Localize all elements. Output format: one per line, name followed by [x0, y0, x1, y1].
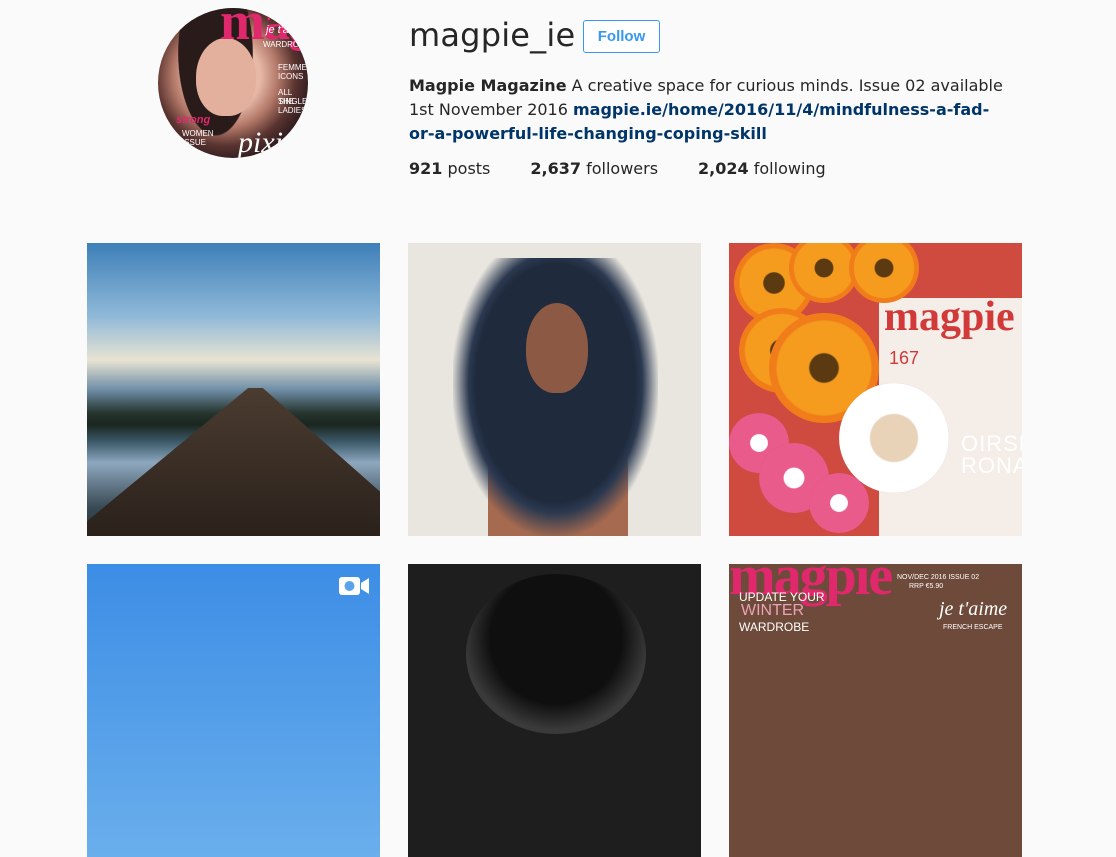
profile-avatar[interactable]: mag je t'aime WARDROBE FEMME ICONS ALL T… — [158, 8, 308, 158]
magazine-cover-script: je t'aime — [939, 598, 1008, 620]
avatar-cover-line: SINGLE — [278, 97, 308, 106]
magazine-cover-line: WARDROBE — [739, 620, 810, 634]
stat-posts: 921 posts — [409, 159, 490, 178]
profile-bio: Magpie Magazine A creative space for cur… — [409, 74, 1009, 146]
stat-following-label: following — [753, 159, 826, 178]
profile-username: magpie_ie — [409, 16, 576, 54]
stat-posts-count: 921 — [409, 159, 443, 178]
portrait-face — [526, 303, 588, 393]
avatar-cover-highlight: ISSUE — [182, 138, 207, 147]
avatar-cover-highlight: strong — [176, 114, 211, 126]
magazine-issue: NOV/DEC 2016 ISSUE 02 — [897, 574, 980, 581]
profile-stats: 921 posts 2,637 followers 2,024 followin… — [409, 159, 866, 178]
post-tile[interactable] — [87, 243, 380, 536]
stat-following-count: 2,024 — [698, 159, 749, 178]
post-tile[interactable] — [87, 564, 380, 857]
stat-followers[interactable]: 2,637 followers — [530, 159, 658, 178]
avatar-cover-line: LADIES — [278, 106, 307, 115]
avatar-cover-script: pixie — [238, 126, 297, 158]
avatar-cover-line: FEMME — [278, 63, 307, 72]
magazine-cover-number: 167 — [889, 348, 920, 368]
plate-shape — [839, 383, 949, 493]
avatar-cover-line: ICONS — [278, 72, 304, 81]
magazine-price: RRP €5.90 — [909, 583, 944, 590]
dock-shape — [87, 388, 380, 536]
stat-posts-label: posts — [447, 159, 491, 178]
avatar-cover-line: je t'aime — [266, 24, 307, 36]
post-tile[interactable]: magpie 167 OIRSE RONAN — [729, 243, 1022, 536]
avatar-cover-highlight: WOMEN — [182, 129, 214, 138]
portrait-hair — [453, 258, 658, 536]
stat-followers-count: 2,637 — [530, 159, 581, 178]
profile-full-name: Magpie Magazine — [409, 76, 567, 95]
magazine-cover-line: WINTER — [741, 602, 805, 619]
bw-portrait-head — [466, 574, 646, 734]
magazine-cover-sub: FRENCH ESCAPE — [943, 624, 1003, 631]
stat-followers-label: followers — [586, 159, 659, 178]
magazine-cover-name: OIRSE RONAN — [961, 431, 1022, 478]
stat-following[interactable]: 2,024 following — [698, 159, 826, 178]
video-camera-icon — [339, 577, 369, 595]
avatar-cover-line: WARDROBE — [263, 40, 308, 49]
post-tile[interactable]: magpie NOV/DEC 2016 ISSUE 02 RRP €5.90 U… — [729, 564, 1022, 857]
magazine-masthead: magpie — [884, 294, 1015, 340]
post-tile[interactable] — [408, 564, 701, 857]
post-tile[interactable] — [408, 243, 701, 536]
follow-button[interactable]: Follow — [583, 20, 660, 53]
